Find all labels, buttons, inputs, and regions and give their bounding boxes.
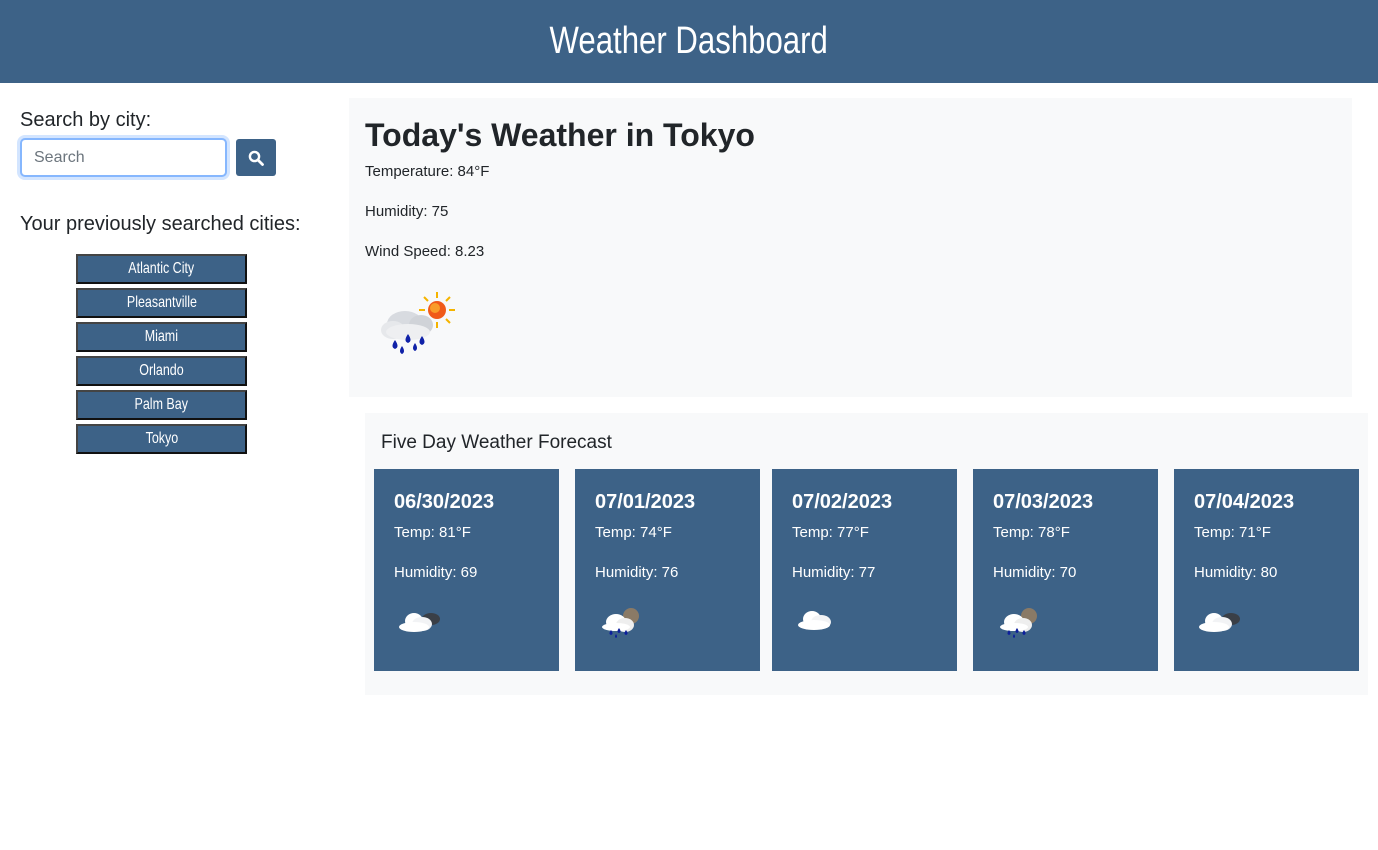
today-weather-panel: Today's Weather in Tokyo Temperature: 84… (349, 98, 1352, 397)
cloudy-night-icon (398, 605, 444, 641)
forecast-title: Five Day Weather Forecast (381, 432, 612, 453)
cloudy-night-icon (1198, 605, 1244, 641)
forecast-card: 07/03/2023 Temp: 78°F Humidity: 70 (973, 469, 1158, 671)
forecast-date: 07/03/2023 (993, 491, 1094, 513)
forecast-temp: Temp: 71°F (1194, 524, 1271, 541)
forecast-temp: Temp: 74°F (595, 524, 672, 541)
page-title: Weather Dashboard (549, 20, 829, 62)
today-humidity: Humidity: 75 (365, 203, 449, 220)
today-title: Today's Weather in Tokyo (365, 117, 755, 153)
search-row (20, 138, 320, 178)
today-wind-speed: Wind Speed: 8.23 (365, 243, 485, 260)
previous-cities-label: Your previously searched cities: (20, 213, 301, 235)
forecast-date: 07/02/2023 (792, 491, 893, 513)
rain-with-sun-icon (375, 288, 455, 358)
forecast-card: 07/04/2023 Temp: 71°F Humidity: 80 (1174, 469, 1359, 671)
forecast-humidity: Humidity: 70 (993, 564, 1077, 581)
forecast-humidity: Humidity: 80 (1194, 564, 1278, 581)
city-button[interactable]: Atlantic City (76, 254, 247, 284)
search-input[interactable] (20, 138, 227, 177)
cloud-icon (796, 605, 842, 641)
rain-night-icon (599, 605, 645, 641)
forecast-card: 06/30/2023 Temp: 81°F Humidity: 69 (374, 469, 559, 671)
today-temperature: Temperature: 84°F (365, 163, 490, 180)
forecast-humidity: Humidity: 76 (595, 564, 679, 581)
forecast-humidity: Humidity: 77 (792, 564, 876, 581)
forecast-date: 07/01/2023 (595, 491, 696, 513)
search-icon (248, 150, 264, 166)
forecast-humidity: Humidity: 69 (394, 564, 478, 581)
search-label: Search by city: (20, 109, 152, 131)
search-button[interactable] (236, 139, 276, 176)
forecast-date: 07/04/2023 (1194, 491, 1295, 513)
sidebar: Search by city: Your previously searched… (20, 107, 320, 458)
city-button[interactable]: Orlando (76, 356, 247, 386)
forecast-temp: Temp: 78°F (993, 524, 1070, 541)
city-button[interactable]: Tokyo (76, 424, 247, 454)
forecast-temp: Temp: 81°F (394, 524, 471, 541)
forecast-card: 07/02/2023 Temp: 77°F Humidity: 77 (772, 469, 957, 671)
city-button[interactable]: Miami (76, 322, 247, 352)
forecast-date: 06/30/2023 (394, 491, 495, 513)
city-button[interactable]: Palm Bay (76, 390, 247, 420)
app-header: Weather Dashboard (0, 0, 1378, 83)
five-day-forecast: Five Day Weather Forecast 06/30/2023 Tem… (365, 413, 1368, 695)
rain-night-icon (997, 605, 1043, 641)
previous-cities-list: Atlantic City Pleasantville Miami Orland… (20, 254, 320, 458)
city-button[interactable]: Pleasantville (76, 288, 247, 318)
forecast-temp: Temp: 77°F (792, 524, 869, 541)
forecast-card: 07/01/2023 Temp: 74°F Humidity: 76 (575, 469, 760, 671)
